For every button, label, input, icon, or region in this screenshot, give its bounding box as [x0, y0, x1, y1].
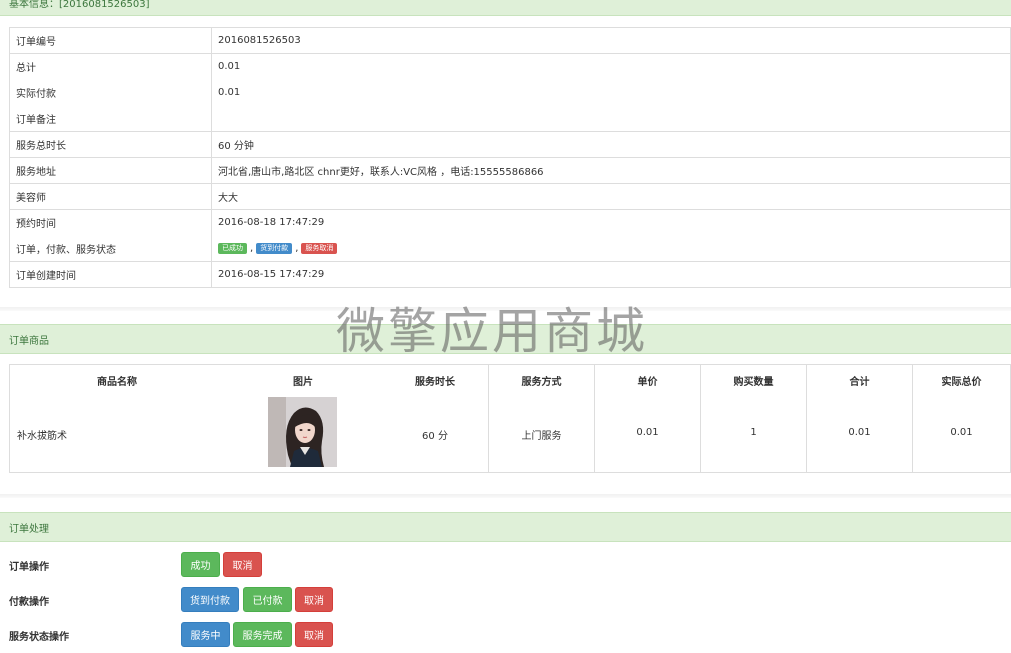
goods-header-cell: 实际总价	[941, 377, 982, 388]
order-label: 服务总时长	[9, 131, 212, 158]
goods-col-subtotal: 合计 0.01	[806, 365, 912, 472]
order-success-button[interactable]: 成功	[181, 552, 220, 577]
service-cancel-button[interactable]: 取消	[295, 622, 333, 647]
goods-col-quantity: 购买数量 1	[700, 365, 806, 472]
goods-total: 0.01	[950, 427, 973, 438]
goods-col-name: 商品名称 补水拔筋术	[10, 365, 224, 472]
payment-cancel-button[interactable]: 取消	[295, 587, 333, 612]
goods-header-cell: 购买数量	[733, 377, 774, 388]
order-op-label: 订单操作	[9, 562, 49, 573]
order-value: 0.01	[211, 79, 1011, 106]
section-divider	[0, 494, 1011, 498]
order-value: 河北省,唐山市,路北区 chnr更好，联系人:VC风格 ，电话:15555586…	[211, 157, 1011, 184]
order-value: 大大	[211, 183, 1011, 210]
goods-header-cell: 合计	[849, 377, 870, 388]
order-cancel-button[interactable]: 取消	[223, 552, 262, 577]
order-label: 订单，付款、服务状态	[9, 235, 212, 262]
order-value	[211, 105, 1011, 132]
goods-quantity: 1	[750, 427, 757, 438]
goods-image	[268, 397, 337, 467]
basic-info-header: 基本信息：[2016081526503]	[0, 0, 1011, 16]
goods-unit-price: 0.01	[636, 427, 659, 438]
order-label: 总计	[9, 53, 212, 80]
pay-op-label: 付款操作	[9, 597, 49, 608]
goods-header-cell: 商品名称	[97, 377, 137, 388]
order-row-total: 总计 0.01	[9, 53, 1011, 80]
status-badge-order: 已成功	[218, 242, 247, 254]
order-label: 订单创建时间	[9, 261, 212, 288]
order-row-address: 服务地址 河北省,唐山市,路北区 chnr更好，联系人:VC风格 ，电话:155…	[9, 157, 1011, 184]
cod-payment-button[interactable]: 货到付款	[181, 587, 239, 612]
goods-name: 补水拔筋术	[17, 431, 67, 442]
handling-header: 订单处理	[0, 512, 1011, 542]
status-badges: 已成功, 货到付款, 服务取消	[211, 235, 1011, 262]
in-service-button[interactable]: 服务中	[181, 622, 230, 647]
goods-col-method: 服务方式 上门服务	[488, 365, 594, 472]
order-row-duration: 服务总时长 60 分钟	[9, 131, 1011, 158]
goods-duration: 60 分	[422, 431, 448, 442]
goods-col-duration: 服务时长 60 分	[382, 365, 488, 472]
status-separator: ,	[295, 243, 299, 254]
status-badge-payment: 货到付款	[256, 242, 293, 254]
goods-method: 上门服务	[521, 431, 562, 442]
order-row-created: 订单创建时间 2016-08-15 17:47:29	[9, 261, 1011, 288]
goods-header-cell: 单价	[637, 377, 658, 388]
service-op-label: 服务状态操作	[9, 632, 69, 643]
order-row-remark: 订单备注	[9, 105, 1011, 132]
goods-subtotal: 0.01	[848, 427, 871, 438]
order-info-table: 订单编号 2016081526503 总计 0.01 实际付款 0.01 订单备…	[9, 27, 1011, 288]
goods-col-unit-price: 单价 0.01	[594, 365, 700, 472]
order-label: 美容师	[9, 183, 212, 210]
paid-button[interactable]: 已付款	[243, 587, 292, 612]
handling-title: 订单处理	[9, 523, 49, 535]
order-label: 实际付款	[9, 79, 212, 106]
status-badge-service: 服务取消	[301, 242, 338, 254]
goods-header-cell: 图片	[293, 377, 313, 388]
order-value: 2016-08-18 17:47:29	[211, 209, 1011, 236]
order-label: 服务地址	[9, 157, 212, 184]
order-row-beautician: 美容师 大大	[9, 183, 1011, 210]
order-label: 订单编号	[9, 27, 212, 54]
order-row-paid: 实际付款 0.01	[9, 79, 1011, 106]
order-value: 0.01	[211, 53, 1011, 80]
order-row-appointment: 预约时间 2016-08-18 17:47:29	[9, 209, 1011, 236]
goods-header-cell: 服务时长	[415, 377, 455, 388]
goods-header-cell: 服务方式	[521, 377, 562, 388]
order-value: 60 分钟	[211, 131, 1011, 158]
goods-table: 商品名称 补水拔筋术 图片 服务时长 60 分 服务方式 上门服务 单价 0.0…	[9, 364, 1011, 473]
order-value: 2016081526503	[211, 27, 1011, 54]
watermark-text: 微擎应用商城	[336, 303, 649, 360]
order-row-number: 订单编号 2016081526503	[9, 27, 1011, 54]
order-label: 订单备注	[9, 105, 212, 132]
status-separator: ,	[250, 243, 254, 254]
goods-col-total: 实际总价 0.01	[912, 365, 1010, 472]
order-row-status: 订单，付款、服务状态 已成功, 货到付款, 服务取消	[9, 235, 1011, 262]
service-complete-button[interactable]: 服务完成	[233, 622, 292, 647]
order-value: 2016-08-15 17:47:29	[211, 261, 1011, 288]
goods-title: 订单商品	[9, 335, 49, 347]
order-label: 预约时间	[9, 209, 212, 236]
basic-info-title: 基本信息：[2016081526503]	[9, 0, 150, 10]
